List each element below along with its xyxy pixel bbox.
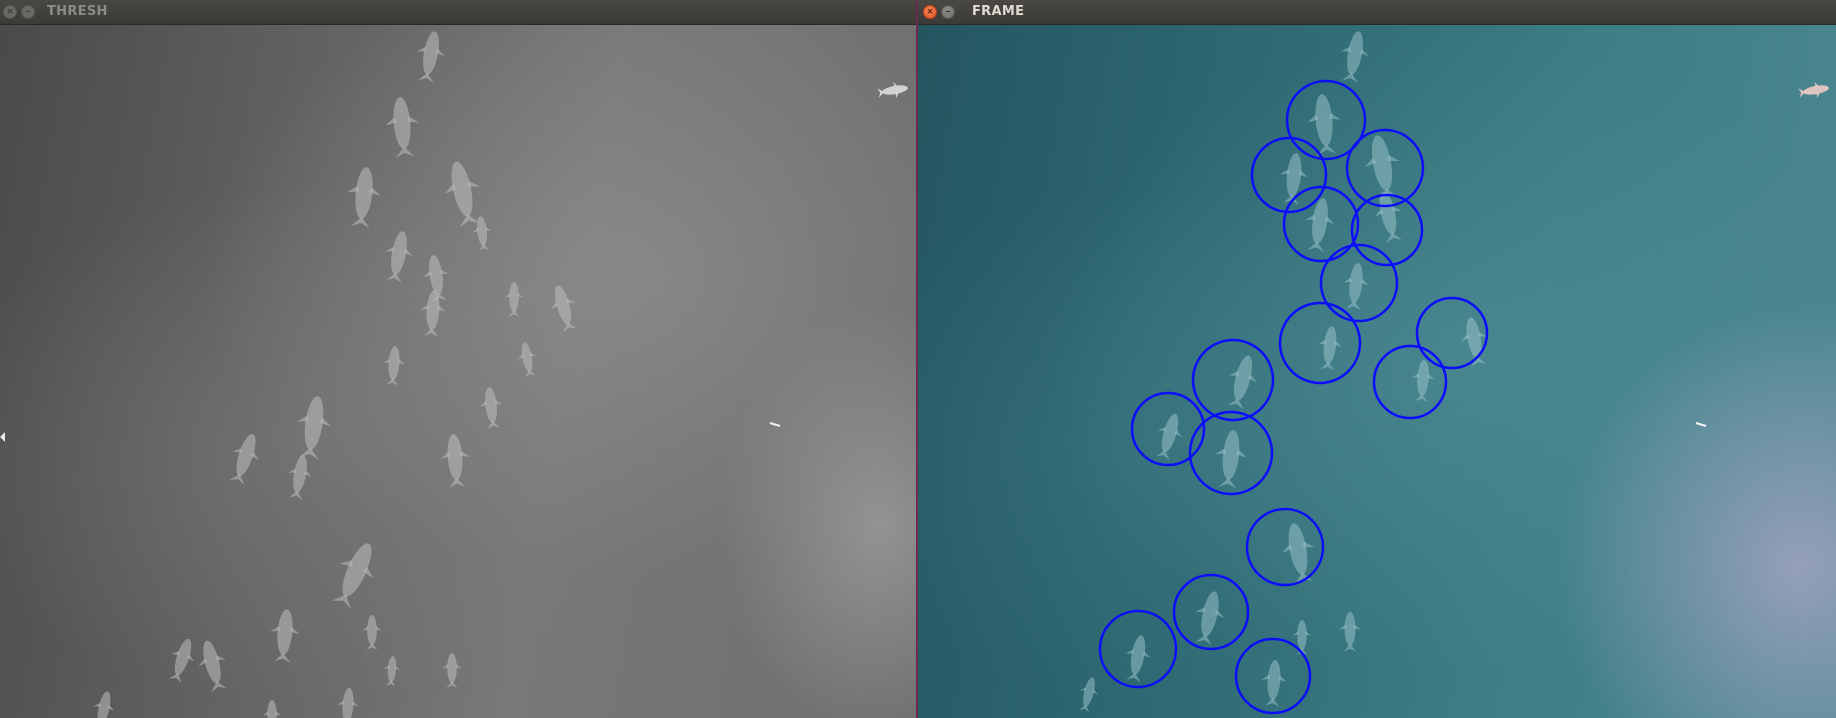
resize-handle-icon[interactable] xyxy=(0,432,5,442)
dolphin-icon xyxy=(1411,360,1435,403)
dolphin-icon xyxy=(270,609,300,663)
close-icon[interactable]: × xyxy=(3,5,17,19)
dolphin-icon xyxy=(1281,523,1315,585)
dolphin-icon xyxy=(1340,31,1369,83)
dolphin-icon xyxy=(1078,677,1099,713)
dolphin-icon xyxy=(383,346,405,386)
speck-mark xyxy=(1695,422,1707,427)
dolphin-icon xyxy=(416,31,445,83)
dolphin-icon xyxy=(420,290,446,337)
dolphin-icon xyxy=(262,700,282,718)
dolphin-icon xyxy=(550,285,577,333)
dolphin-icon xyxy=(517,342,537,378)
dolphin-icon xyxy=(287,455,312,500)
dolphin-icon xyxy=(198,640,227,693)
speck-mark xyxy=(769,422,781,427)
dolphin-icon xyxy=(347,167,381,229)
dolphin-icon xyxy=(479,387,503,430)
dolphin-icon xyxy=(229,433,260,486)
minimize-icon[interactable]: – xyxy=(21,5,35,19)
dolphin-icon xyxy=(1214,430,1247,489)
dolphin-icon xyxy=(168,638,195,683)
dolphin-icon xyxy=(1195,591,1225,646)
dolphin-icon xyxy=(385,97,419,159)
dolphin-icon xyxy=(1343,263,1369,311)
dolphin-icon xyxy=(1125,635,1151,683)
window-title: THRESH xyxy=(47,4,108,19)
detection-circle xyxy=(1191,338,1275,422)
frame-titlebar[interactable]: × – FRAME xyxy=(918,0,1836,25)
dolphin-icon xyxy=(383,656,401,687)
dolphin-icon xyxy=(442,653,462,688)
dolphin-icon xyxy=(362,615,382,650)
bird-icon xyxy=(1798,81,1829,99)
thresh-image xyxy=(93,31,908,718)
dolphin-icon xyxy=(1292,620,1312,655)
dolphin-icon xyxy=(1339,612,1361,652)
dolphin-icon xyxy=(93,691,115,718)
dolphin-icon xyxy=(1227,355,1258,410)
frame-image-view xyxy=(918,25,1836,718)
dolphin-icon xyxy=(504,282,524,317)
dolphin-icon xyxy=(1305,198,1335,253)
bird-icon xyxy=(877,81,908,99)
detection-circle xyxy=(1278,301,1362,385)
close-icon[interactable]: × xyxy=(923,5,937,19)
dolphin-icon xyxy=(440,434,470,488)
dolphin-icon xyxy=(1317,326,1343,371)
dolphin-icon xyxy=(296,396,331,460)
minimize-icon[interactable]: – xyxy=(941,5,955,19)
dolphin-icon xyxy=(384,231,413,283)
window-title: FRAME xyxy=(972,4,1025,19)
dolphin-icon xyxy=(1261,660,1287,707)
detection-circle xyxy=(1372,344,1448,420)
thresh-image-view xyxy=(0,25,916,718)
thresh-titlebar[interactable]: × – THRESH xyxy=(0,0,916,25)
frame-image xyxy=(1078,31,1829,715)
dolphin-icon xyxy=(331,543,374,610)
dolphin-icon xyxy=(337,688,359,718)
dolphin-icon xyxy=(1155,413,1183,461)
thresh-window: × – THRESH xyxy=(0,0,916,718)
frame-window: × – FRAME xyxy=(916,0,1836,718)
